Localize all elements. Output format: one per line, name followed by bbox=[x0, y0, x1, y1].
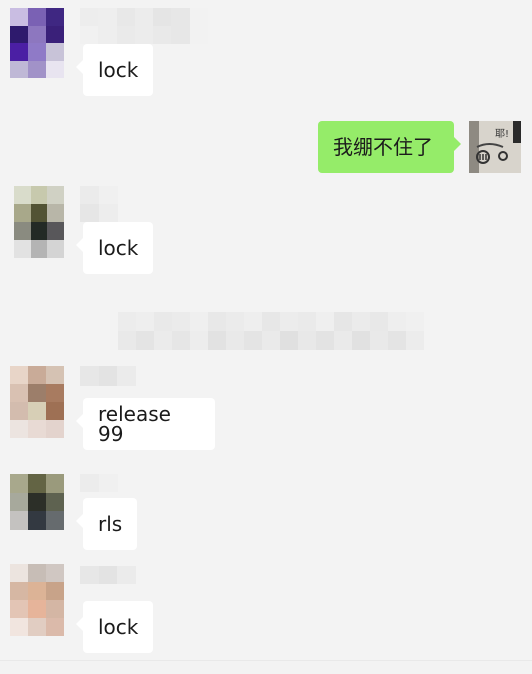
message-bubble-sent[interactable]: 我绷不住了 bbox=[318, 121, 461, 173]
message-bubble[interactable]: lock bbox=[76, 222, 153, 274]
message-bubble[interactable]: lock bbox=[76, 44, 153, 96]
message-text: rls bbox=[98, 512, 123, 536]
message-text: release 99 bbox=[98, 402, 171, 446]
sender-name-redacted bbox=[80, 474, 118, 492]
message-text: lock bbox=[98, 58, 139, 82]
sticker-caption: 耶! bbox=[495, 128, 509, 140]
sender-name-redacted bbox=[80, 8, 208, 44]
avatar[interactable] bbox=[14, 186, 64, 258]
sticker-face-icon: 耶! bbox=[469, 121, 521, 173]
message-text: 我绷不住了 bbox=[333, 135, 433, 159]
avatar[interactable] bbox=[10, 474, 64, 530]
avatar[interactable] bbox=[10, 8, 64, 78]
avatar-me[interactable]: 耶! bbox=[469, 121, 521, 173]
message-text: lock bbox=[98, 615, 139, 639]
avatar[interactable] bbox=[10, 564, 64, 636]
sender-name-redacted bbox=[80, 566, 136, 584]
message-bubble[interactable]: release 99 bbox=[76, 398, 215, 450]
avatar[interactable] bbox=[10, 366, 64, 438]
message-text: lock bbox=[98, 236, 139, 260]
system-message-redacted bbox=[118, 312, 424, 350]
message-bubble[interactable]: lock bbox=[76, 601, 153, 653]
sender-name-redacted bbox=[80, 186, 118, 222]
sender-name-redacted bbox=[80, 366, 136, 386]
message-bubble[interactable]: rls bbox=[76, 498, 137, 550]
divider bbox=[0, 660, 532, 661]
